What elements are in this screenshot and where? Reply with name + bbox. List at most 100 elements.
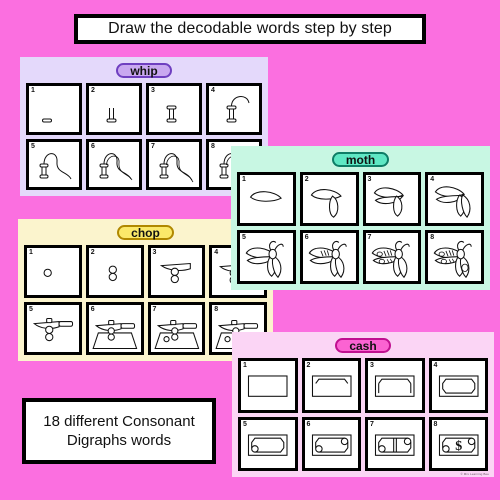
step-number: 6 bbox=[91, 142, 95, 150]
whip-step-2-art bbox=[106, 108, 117, 123]
cash-step-8-art: $ bbox=[438, 434, 479, 456]
cash-step-7-art bbox=[374, 434, 415, 456]
footer-note-line-1: 18 different Consonant bbox=[43, 413, 195, 430]
chop-step-5-art bbox=[32, 318, 74, 342]
moth-step-4-art bbox=[434, 186, 471, 219]
step-number: 6 bbox=[306, 420, 311, 428]
step-number: 4 bbox=[214, 249, 219, 256]
moth-step-1-art bbox=[249, 191, 282, 202]
step-cell[interactable]: 4 bbox=[425, 172, 484, 227]
step-cell[interactable]: 5 bbox=[24, 302, 82, 356]
step-number: 3 bbox=[370, 362, 374, 369]
word-label-cash: cash bbox=[335, 338, 391, 353]
step-number: 2 bbox=[91, 87, 95, 94]
poster-canvas: Draw the decodable words step by step wh… bbox=[0, 0, 500, 500]
step-cell[interactable]: 8 bbox=[425, 230, 484, 285]
chop-step-6-art bbox=[92, 320, 138, 350]
footer-note-box: 18 different Consonant Digraphs words bbox=[22, 398, 216, 464]
step-cell[interactable]: 2 bbox=[85, 245, 144, 299]
step-number: 6 bbox=[304, 234, 309, 242]
chop-step-2-art bbox=[108, 265, 117, 282]
step-number: 1 bbox=[29, 249, 33, 256]
word-label-wrap-cash: cash bbox=[238, 337, 488, 354]
step-grid-moth: 1 2 3 4 5 6 7 8 bbox=[237, 172, 484, 285]
whip-step-4-art bbox=[226, 96, 250, 123]
step-number: 1 bbox=[243, 362, 247, 369]
poster-title-banner: Draw the decodable words step by step bbox=[74, 14, 426, 44]
credit-text: © Mrs Learning Bee bbox=[460, 472, 489, 477]
step-grid-cash: 1 2 3 4 5 6 7 8 $ bbox=[238, 358, 488, 472]
step-number: 8 bbox=[211, 142, 215, 150]
cash-step-1-art bbox=[247, 375, 288, 397]
step-cell[interactable]: 6 bbox=[301, 416, 361, 472]
step-number: 1 bbox=[31, 87, 35, 94]
step-number: 4 bbox=[211, 87, 215, 94]
step-number: 4 bbox=[433, 362, 438, 369]
step-number: 7 bbox=[370, 420, 374, 428]
word-card-cash[interactable]: cash 1 2 3 4 5 6 7 8 $ © Mrs Learning Be… bbox=[232, 332, 494, 478]
step-cell[interactable]: 7 bbox=[365, 416, 425, 472]
step-number: 3 bbox=[151, 87, 155, 94]
step-cell[interactable]: 1 bbox=[24, 245, 82, 299]
moth-step-8-art bbox=[433, 240, 473, 279]
step-cell[interactable]: 6 bbox=[86, 138, 142, 191]
moth-step-2-art bbox=[310, 189, 342, 218]
step-cell[interactable]: 2 bbox=[301, 358, 361, 413]
step-number: 5 bbox=[243, 420, 247, 428]
moth-step-7-art bbox=[371, 240, 410, 279]
page-title: Draw the decodable words step by step bbox=[108, 20, 392, 37]
step-number: 5 bbox=[29, 306, 33, 314]
step-number: 2 bbox=[306, 362, 311, 369]
footer-note-line-2: Digraphs words bbox=[66, 432, 172, 449]
chop-step-1-art bbox=[43, 268, 52, 277]
word-label-wrap-whip: whip bbox=[26, 62, 262, 79]
step-cell[interactable]: 4 bbox=[206, 83, 262, 135]
step-number: 2 bbox=[304, 176, 309, 183]
step-grid-whip: 1 2 3 4 5 6 7 8 bbox=[26, 83, 262, 191]
step-cell[interactable]: 6 bbox=[85, 302, 144, 356]
step-cell[interactable]: 1 bbox=[26, 83, 82, 135]
step-number: 7 bbox=[151, 142, 155, 150]
step-number: 7 bbox=[367, 234, 372, 242]
step-cell[interactable]: 3 bbox=[365, 358, 425, 413]
step-number: 1 bbox=[242, 176, 246, 183]
cash-step-3-art bbox=[374, 375, 415, 397]
step-cell[interactable]: 5 bbox=[238, 416, 298, 472]
word-card-moth[interactable]: moth 1 2 3 4 5 6 7 8 bbox=[231, 146, 490, 291]
step-cell[interactable]: 4 bbox=[428, 358, 488, 413]
step-cell[interactable]: 3 bbox=[146, 83, 202, 135]
word-label-wrap-moth: moth bbox=[237, 151, 484, 168]
step-cell[interactable]: 7 bbox=[147, 302, 206, 356]
step-number: 8 bbox=[430, 234, 435, 242]
moth-step-5-art bbox=[245, 240, 284, 279]
step-cell[interactable]: 2 bbox=[86, 83, 142, 135]
chop-step-7-art bbox=[153, 320, 199, 350]
step-cell[interactable]: 2 bbox=[299, 172, 359, 227]
step-number: 8 bbox=[433, 420, 438, 428]
step-cell[interactable]: 7 bbox=[146, 138, 202, 191]
word-label-moth: moth bbox=[331, 152, 390, 167]
cash-step-4-art bbox=[438, 375, 479, 397]
step-cell[interactable]: 3 bbox=[362, 172, 422, 227]
step-cell[interactable]: 1 bbox=[237, 172, 296, 227]
step-number: 2 bbox=[90, 249, 95, 256]
step-cell[interactable]: 5 bbox=[237, 230, 296, 285]
step-cell[interactable]: 1 bbox=[238, 358, 298, 413]
moth-step-6-art bbox=[308, 240, 347, 279]
step-number: 6 bbox=[90, 306, 95, 314]
step-number: 8 bbox=[214, 306, 219, 314]
step-cell[interactable]: 6 bbox=[299, 230, 359, 285]
step-cell[interactable]: 5 bbox=[26, 138, 82, 191]
step-number: 3 bbox=[367, 176, 372, 183]
step-cell[interactable]: 8 $ bbox=[428, 416, 488, 472]
step-cell[interactable]: 7 bbox=[362, 230, 422, 285]
moth-step-3-art bbox=[373, 187, 404, 217]
whip-step-1-art bbox=[42, 118, 52, 123]
step-number: 7 bbox=[152, 306, 157, 314]
svg-text:$: $ bbox=[455, 439, 462, 454]
cash-step-5-art bbox=[247, 434, 288, 456]
whip-step-6-art bbox=[99, 152, 133, 180]
step-cell[interactable]: 3 bbox=[147, 245, 206, 299]
step-number: 3 bbox=[152, 249, 157, 256]
cash-step-2-art bbox=[311, 375, 352, 397]
